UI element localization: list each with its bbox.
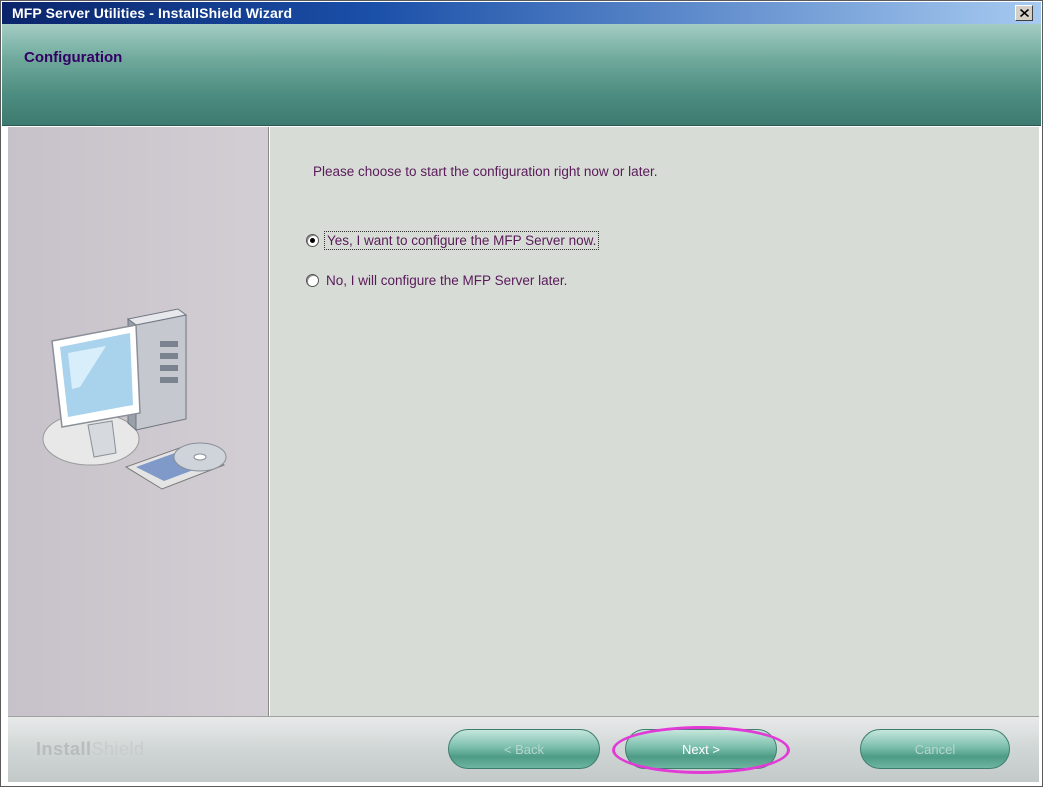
window-title: MFP Server Utilities - InstallShield Wiz…	[12, 5, 293, 21]
installshield-wizard-window: MFP Server Utilities - InstallShield Wiz…	[0, 0, 1043, 787]
close-icon	[1019, 9, 1029, 17]
left-illustration-panel	[8, 127, 269, 716]
wizard-header: Configuration	[2, 24, 1041, 126]
title-bar[interactable]: MFP Server Utilities - InstallShield Wiz…	[2, 2, 1041, 24]
installshield-logo: InstallShield	[36, 739, 145, 760]
page-title: Configuration	[24, 49, 123, 66]
close-button[interactable]	[1015, 5, 1033, 21]
brand-bold: Install	[36, 739, 92, 759]
radio-label-configure-later[interactable]: No, I will configure the MFP Server late…	[326, 273, 567, 288]
instruction-text: Please choose to start the configuration…	[313, 164, 658, 179]
radio-dot	[310, 238, 315, 243]
radio-button-unselected[interactable]	[306, 274, 319, 287]
content-panel: Please choose to start the configuration…	[270, 127, 1039, 716]
radio-option-configure-later[interactable]: No, I will configure the MFP Server late…	[306, 273, 567, 288]
cancel-button[interactable]: Cancel	[860, 729, 1010, 769]
radio-label-configure-now[interactable]: Yes, I want to configure the MFP Server …	[323, 231, 600, 250]
back-button[interactable]: < Back	[448, 729, 600, 769]
next-button-highlight-annotation	[612, 726, 790, 774]
radio-button-selected[interactable]	[306, 234, 319, 247]
brand-light: Shield	[91, 739, 145, 759]
radio-option-configure-now[interactable]: Yes, I want to configure the MFP Server …	[306, 231, 600, 250]
computer-with-cd-icon	[42, 308, 227, 490]
wizard-footer: InstallShield < Back Next > Cancel	[8, 716, 1039, 782]
